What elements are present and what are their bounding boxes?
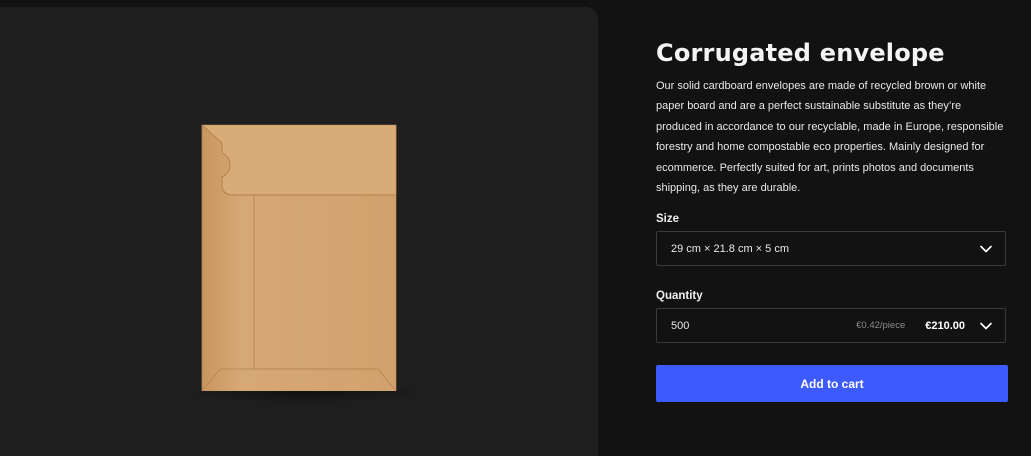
quantity-select[interactable]: 500 €0.42/piece €210.00	[656, 308, 1006, 343]
product-title: Corrugated envelope	[656, 39, 945, 67]
size-value: 29 cm × 21.8 cm × 5 cm	[671, 242, 789, 255]
chevron-down-icon	[979, 319, 993, 333]
product-image	[190, 124, 420, 403]
add-to-cart-button[interactable]: Add to cart	[656, 365, 1008, 402]
size-select[interactable]: 29 cm × 21.8 cm × 5 cm	[656, 231, 1006, 266]
product-page: Corrugated envelope Our solid cardboard …	[0, 0, 1031, 456]
quantity-value: 500	[671, 319, 690, 332]
chevron-down-icon	[979, 242, 993, 256]
total-price: €210.00	[925, 319, 965, 332]
product-image-panel	[0, 7, 598, 456]
product-description: Our solid cardboard envelopes are made o…	[656, 80, 1004, 195]
quantity-label: Quantity	[656, 290, 703, 302]
size-label: Size	[656, 213, 680, 225]
product-details: Corrugated envelope Our solid cardboard …	[656, 36, 1008, 402]
unit-price: €0.42/piece	[856, 320, 906, 331]
